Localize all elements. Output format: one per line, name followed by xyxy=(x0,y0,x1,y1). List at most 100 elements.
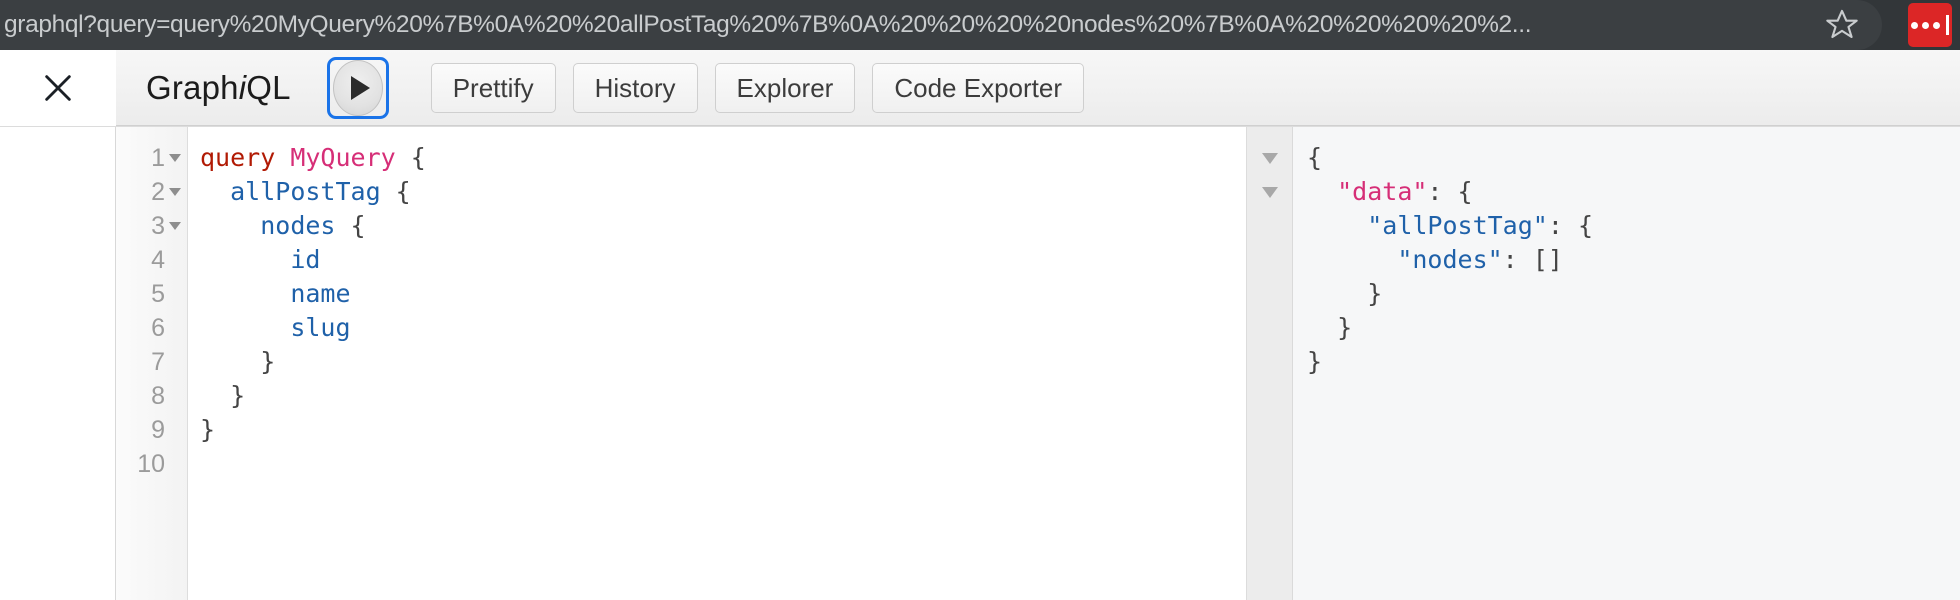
line-number: 4 xyxy=(151,245,165,274)
star-icon[interactable] xyxy=(1820,3,1864,47)
query-editor-code[interactable]: query MyQuery { allPostTag { nodes { id … xyxy=(188,127,1246,600)
prettify-button[interactable]: Prettify xyxy=(430,62,556,113)
result-gutter-line xyxy=(1247,345,1292,379)
left-margin xyxy=(0,127,116,600)
code-line: allPostTag { xyxy=(200,175,1246,209)
code-line: nodes { xyxy=(200,209,1246,243)
result-line: } xyxy=(1307,345,1960,379)
json-token: "allPostTag" xyxy=(1367,211,1548,240)
result-line: } xyxy=(1307,311,1960,345)
result-json-code: { "data": { "allPostTag": { "nodes": [] … xyxy=(1293,127,1960,600)
result-gutter-line xyxy=(1247,311,1292,345)
json-token: : { xyxy=(1547,211,1593,240)
json-token: } xyxy=(1307,279,1383,308)
code-line: } xyxy=(200,413,1246,447)
fold-arrow-icon[interactable] xyxy=(169,222,181,230)
gutter-line: 1 xyxy=(116,141,187,175)
json-token: "data" xyxy=(1337,177,1428,206)
line-number: 6 xyxy=(151,313,165,342)
code-token: name xyxy=(290,279,351,308)
gutter-line: 9 xyxy=(116,413,187,447)
line-number: 2 xyxy=(151,177,165,206)
history-button[interactable]: History xyxy=(572,62,698,113)
code-line: query MyQuery { xyxy=(200,141,1246,175)
extension-dot xyxy=(1911,21,1918,29)
code-line: slug xyxy=(200,311,1246,345)
fold-arrow-icon[interactable] xyxy=(169,154,181,162)
code-exporter-button[interactable]: Code Exporter xyxy=(872,62,1084,113)
code-token: } xyxy=(200,381,246,410)
code-line: id xyxy=(200,243,1246,277)
line-number: 5 xyxy=(151,279,165,308)
code-token: allPostTag xyxy=(230,177,381,206)
line-number: 8 xyxy=(151,381,165,410)
extension-dot xyxy=(1922,21,1929,29)
graphiql-logo: GraphiQL xyxy=(146,69,291,107)
result-gutter-line xyxy=(1247,175,1292,209)
code-token: query xyxy=(200,143,276,172)
main-panes: 1 2 3 4 5 6 7 8 9 10 query MyQuery { allPostTag {… xyxy=(0,126,1960,600)
result-line: "nodes": [] xyxy=(1307,243,1960,277)
result-line: "allPostTag": { xyxy=(1307,209,1960,243)
line-number: 7 xyxy=(151,347,165,376)
browser-chrome: graphql?query=query%20MyQuery%20%7B%0A%2… xyxy=(0,0,1960,50)
gutter-line: 4 xyxy=(116,243,187,277)
code-token: } xyxy=(200,415,216,444)
result-pane: { "data": { "allPostTag": { "nodes": [] … xyxy=(1247,127,1960,600)
json-token: } xyxy=(1307,347,1323,376)
line-number: 1 xyxy=(151,143,165,172)
url-text: graphql?query=query%20MyQuery%20%7B%0A%2… xyxy=(4,11,1532,38)
line-number: 9 xyxy=(151,415,165,444)
code-token: { xyxy=(380,177,411,206)
extension-dots-icon[interactable] xyxy=(1908,3,1952,47)
editor-line-gutter: 1 2 3 4 5 6 7 8 9 10 xyxy=(116,127,188,600)
explorer-button[interactable]: Explorer xyxy=(714,62,856,113)
gutter-line: 5 xyxy=(116,277,187,311)
gutter-line: 6 xyxy=(116,311,187,345)
extension-cursor xyxy=(1946,15,1949,35)
query-editor-pane[interactable]: 1 2 3 4 5 6 7 8 9 10 query MyQuery { allPostTag {… xyxy=(116,127,1246,600)
execute-button-circle xyxy=(332,59,383,116)
gutter-line: 8 xyxy=(116,379,187,413)
json-token: : [] xyxy=(1502,245,1563,274)
logo-prefix: Graph xyxy=(146,68,239,106)
gutter-line: 7 xyxy=(116,345,187,379)
line-number: 3 xyxy=(151,211,165,240)
result-gutter-line xyxy=(1247,243,1292,277)
result-line: } xyxy=(1307,277,1960,311)
fold-arrow-icon[interactable] xyxy=(1261,152,1278,164)
close-button[interactable] xyxy=(0,50,116,126)
code-token: { xyxy=(335,211,366,240)
address-bar[interactable]: graphql?query=query%20MyQuery%20%7B%0A%2… xyxy=(0,0,1882,50)
line-number: 10 xyxy=(137,449,165,478)
play-icon xyxy=(350,75,370,100)
code-line: } xyxy=(200,345,1246,379)
execute-query-button[interactable] xyxy=(326,56,389,119)
result-gutter-line xyxy=(1247,277,1292,311)
graphiql-toolbar: GraphiQL Prettify History Explorer Code … xyxy=(0,50,1960,126)
code-token: nodes xyxy=(260,211,336,240)
result-gutter-line xyxy=(1247,209,1292,243)
fold-arrow-icon[interactable] xyxy=(1261,186,1278,198)
code-token: slug xyxy=(290,313,351,342)
code-line: } xyxy=(200,379,1246,413)
result-gutter-line xyxy=(1247,141,1292,175)
gutter-line: 3 xyxy=(116,209,187,243)
json-token: } xyxy=(1307,313,1353,342)
code-token: id xyxy=(290,245,321,274)
result-fold-gutter xyxy=(1247,127,1293,600)
gutter-line: 2 xyxy=(116,175,187,209)
code-token: } xyxy=(200,347,276,376)
close-icon xyxy=(45,75,71,101)
gutter-line: 10 xyxy=(116,447,187,481)
fold-arrow-icon[interactable] xyxy=(169,188,181,196)
toolbar-strip: GraphiQL Prettify History Explorer Code … xyxy=(116,50,1960,126)
